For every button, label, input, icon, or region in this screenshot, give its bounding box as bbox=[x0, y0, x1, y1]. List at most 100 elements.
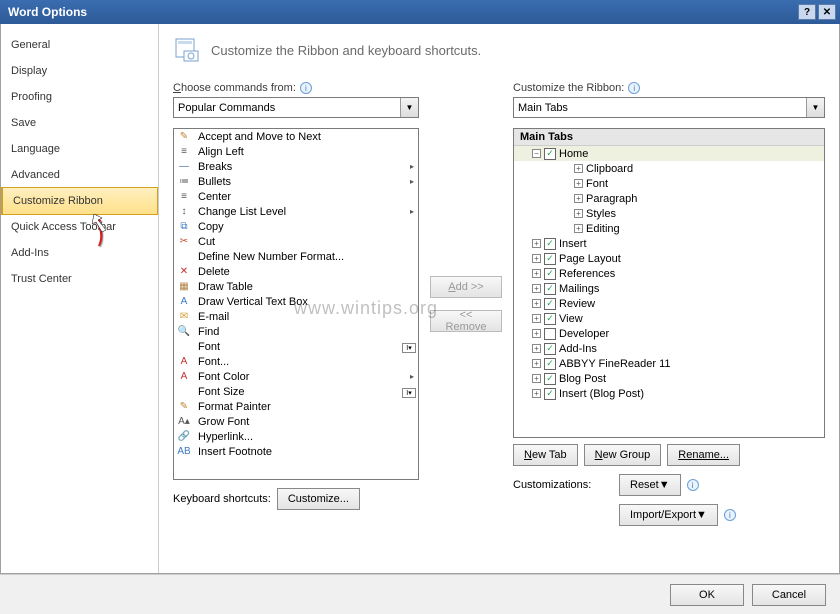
checkbox[interactable]: ✓ bbox=[544, 358, 556, 370]
tree-tab-item[interactable]: +✓View bbox=[514, 311, 824, 326]
checkbox[interactable]: ✓ bbox=[544, 388, 556, 400]
checkbox[interactable]: ✓ bbox=[544, 268, 556, 280]
tree-tab-item[interactable]: +✓Mailings bbox=[514, 281, 824, 296]
expand-icon[interactable]: + bbox=[532, 239, 541, 248]
checkbox[interactable]: ✓ bbox=[544, 253, 556, 265]
command-item[interactable]: ✉E-mail bbox=[174, 309, 418, 324]
sidebar-item-advanced[interactable]: Advanced bbox=[1, 162, 158, 188]
sidebar-item-proofing[interactable]: Proofing bbox=[1, 84, 158, 110]
checkbox[interactable] bbox=[544, 328, 556, 340]
collapse-icon[interactable]: − bbox=[532, 149, 541, 158]
expand-icon[interactable]: + bbox=[574, 224, 583, 233]
tree-tab-item[interactable]: +✓Add-Ins bbox=[514, 341, 824, 356]
checkbox[interactable]: ✓ bbox=[544, 298, 556, 310]
expand-icon[interactable]: + bbox=[532, 344, 541, 353]
checkbox[interactable]: ✓ bbox=[544, 313, 556, 325]
reset-button[interactable]: Reset ▼ bbox=[619, 474, 681, 496]
expand-icon[interactable]: + bbox=[532, 284, 541, 293]
sidebar-item-save[interactable]: Save bbox=[1, 110, 158, 136]
command-item[interactable]: A▴Grow Font bbox=[174, 414, 418, 429]
info-icon[interactable]: i bbox=[687, 479, 699, 491]
command-item[interactable]: ≡Center bbox=[174, 189, 418, 204]
tree-group-item[interactable]: +Styles bbox=[514, 206, 824, 221]
checkbox[interactable]: ✓ bbox=[544, 373, 556, 385]
tree-tab-item[interactable]: +✓Page Layout bbox=[514, 251, 824, 266]
tree-tab-item[interactable]: +✓ABBYY FineReader 11 bbox=[514, 356, 824, 371]
command-item[interactable]: 🔗Hyperlink... bbox=[174, 429, 418, 444]
sidebar-item-trust-center[interactable]: Trust Center bbox=[1, 266, 158, 292]
command-item[interactable]: FontI▾ bbox=[174, 339, 418, 354]
expand-icon[interactable]: + bbox=[574, 164, 583, 173]
command-icon bbox=[176, 340, 192, 354]
command-item[interactable]: ⧉Copy bbox=[174, 219, 418, 234]
command-item[interactable]: 🔍Find bbox=[174, 324, 418, 339]
close-button[interactable]: ✕ bbox=[818, 4, 836, 20]
expand-icon[interactable]: + bbox=[532, 299, 541, 308]
expand-icon[interactable]: + bbox=[532, 269, 541, 278]
checkbox[interactable]: ✓ bbox=[544, 238, 556, 250]
sidebar-item-general[interactable]: General bbox=[1, 32, 158, 58]
sidebar-item-add-ins[interactable]: Add-Ins bbox=[1, 240, 158, 266]
import-export-button[interactable]: Import/Export ▼ bbox=[619, 504, 718, 526]
checkbox[interactable]: ✓ bbox=[544, 283, 556, 295]
sidebar-item-quick-access-toolbar[interactable]: Quick Access Toolbar bbox=[1, 214, 158, 240]
add-button[interactable]: Add >> bbox=[430, 276, 502, 298]
customize-keyboard-button[interactable]: Customize... bbox=[277, 488, 360, 510]
tree-tab-item[interactable]: +✓Review bbox=[514, 296, 824, 311]
expand-icon[interactable]: + bbox=[574, 179, 583, 188]
tree-tab-item[interactable]: +✓Blog Post bbox=[514, 371, 824, 386]
command-item[interactable]: AFont Color▸ bbox=[174, 369, 418, 384]
command-item[interactable]: ✂Cut bbox=[174, 234, 418, 249]
ok-button[interactable]: OK bbox=[670, 584, 744, 606]
command-item[interactable]: ≔Bullets▸ bbox=[174, 174, 418, 189]
expand-icon[interactable]: + bbox=[532, 359, 541, 368]
tree-tab-item[interactable]: +Developer bbox=[514, 326, 824, 341]
cancel-button[interactable]: Cancel bbox=[752, 584, 826, 606]
command-item[interactable]: ✎Accept and Move to Next bbox=[174, 129, 418, 144]
tree-tab-item[interactable]: +✓Insert (Blog Post) bbox=[514, 386, 824, 401]
sidebar-item-language[interactable]: Language bbox=[1, 136, 158, 162]
tree-tab-item[interactable]: +✓Insert bbox=[514, 236, 824, 251]
tree-tab-item[interactable]: −✓Home bbox=[514, 146, 824, 161]
new-group-button[interactable]: New Group bbox=[584, 444, 662, 466]
ribbon-tree[interactable]: Main Tabs −✓Home+Clipboard+Font+Paragrap… bbox=[513, 128, 825, 438]
tree-group-item[interactable]: +Font bbox=[514, 176, 824, 191]
expand-icon[interactable]: + bbox=[532, 374, 541, 383]
info-icon[interactable]: i bbox=[724, 509, 736, 521]
choose-commands-dropdown[interactable]: Popular Commands ▼ bbox=[173, 97, 419, 118]
new-tab-button[interactable]: New Tab bbox=[513, 444, 578, 466]
command-item[interactable]: ✎Format Painter bbox=[174, 399, 418, 414]
sidebar-item-customize-ribbon[interactable]: Customize Ribbon bbox=[1, 187, 158, 215]
expand-icon[interactable]: + bbox=[574, 209, 583, 218]
command-item[interactable]: Define New Number Format... bbox=[174, 249, 418, 264]
command-item[interactable]: Font SizeI▾ bbox=[174, 384, 418, 399]
command-item[interactable]: ▦Draw Table bbox=[174, 279, 418, 294]
rename-button[interactable]: Rename... bbox=[667, 444, 740, 466]
tree-group-item[interactable]: +Editing bbox=[514, 221, 824, 236]
remove-button[interactable]: << Remove bbox=[430, 310, 502, 332]
checkbox[interactable]: ✓ bbox=[544, 148, 556, 160]
command-item[interactable]: —Breaks▸ bbox=[174, 159, 418, 174]
help-button[interactable]: ? bbox=[798, 4, 816, 20]
checkbox[interactable]: ✓ bbox=[544, 343, 556, 355]
expand-icon[interactable]: + bbox=[532, 389, 541, 398]
command-item[interactable]: ✕Delete bbox=[174, 264, 418, 279]
customize-ribbon-dropdown[interactable]: Main Tabs ▼ bbox=[513, 97, 825, 118]
command-item[interactable]: ≡Align Left bbox=[174, 144, 418, 159]
expand-icon[interactable]: + bbox=[532, 254, 541, 263]
expand-icon[interactable]: + bbox=[532, 314, 541, 323]
info-icon[interactable]: i bbox=[300, 82, 312, 94]
tree-group-item[interactable]: +Clipboard bbox=[514, 161, 824, 176]
command-label: Define New Number Format... bbox=[198, 251, 416, 263]
command-item[interactable]: ABInsert Footnote bbox=[174, 444, 418, 459]
command-item[interactable]: AFont... bbox=[174, 354, 418, 369]
info-icon[interactable]: i bbox=[628, 82, 640, 94]
tree-tab-item[interactable]: +✓References bbox=[514, 266, 824, 281]
expand-icon[interactable]: + bbox=[574, 194, 583, 203]
tree-group-item[interactable]: +Paragraph bbox=[514, 191, 824, 206]
command-item[interactable]: ↕Change List Level▸ bbox=[174, 204, 418, 219]
commands-listbox[interactable]: ✎Accept and Move to Next≡Align Left—Brea… bbox=[173, 128, 419, 480]
command-item[interactable]: ADraw Vertical Text Box bbox=[174, 294, 418, 309]
expand-icon[interactable]: + bbox=[532, 329, 541, 338]
sidebar-item-display[interactable]: Display bbox=[1, 58, 158, 84]
